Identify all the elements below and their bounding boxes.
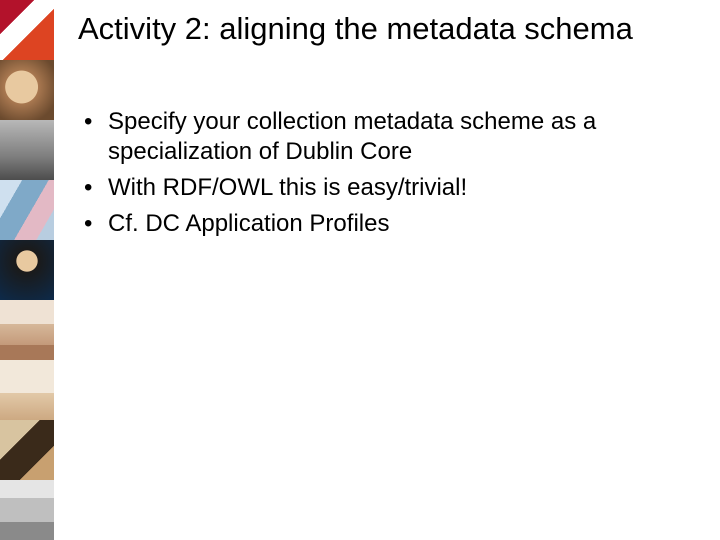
- slide-content: Activity 2: aligning the metadata schema…: [54, 0, 720, 540]
- thumbnail-image: [0, 0, 54, 60]
- thumbnail-image: [0, 180, 54, 240]
- thumbnail-image: [0, 120, 54, 180]
- thumbnail-image: [0, 60, 54, 120]
- list-item: Cf. DC Application Profiles: [78, 209, 680, 239]
- list-item: With RDF/OWL this is easy/trivial!: [78, 173, 680, 203]
- bullet-list: Specify your collection metadata scheme …: [78, 107, 680, 239]
- thumbnail-image: [0, 240, 54, 300]
- thumbnail-image: [0, 420, 54, 480]
- list-item: Specify your collection metadata scheme …: [78, 107, 680, 167]
- thumbnail-strip: [0, 0, 54, 540]
- thumbnail-image: [0, 480, 54, 540]
- slide-title: Activity 2: aligning the metadata schema: [78, 10, 680, 47]
- thumbnail-image: [0, 360, 54, 420]
- thumbnail-image: [0, 300, 54, 360]
- slide: Activity 2: aligning the metadata schema…: [0, 0, 720, 540]
